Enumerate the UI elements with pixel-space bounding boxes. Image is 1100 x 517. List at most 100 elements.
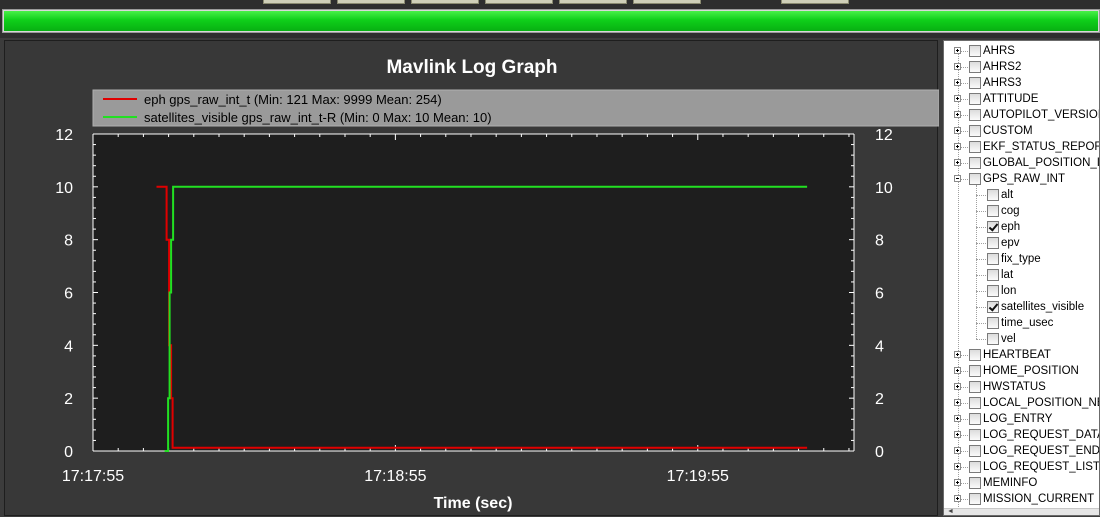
tree-node[interactable]: HWSTATUS — [944, 379, 1099, 395]
expand-plus-icon[interactable] — [954, 399, 961, 406]
tree-node[interactable]: LOG_REQUEST_END — [944, 443, 1099, 459]
tree-checkbox[interactable] — [969, 125, 981, 137]
expand-plus-icon[interactable] — [954, 159, 961, 166]
toolbar-button[interactable] — [337, 0, 405, 4]
tree-node[interactable]: AHRS2 — [944, 59, 1099, 75]
tree-field[interactable]: epv — [944, 235, 1099, 251]
tree-field[interactable]: vel — [944, 331, 1099, 347]
expand-plus-icon[interactable] — [954, 415, 961, 422]
tree-checkbox[interactable] — [987, 205, 999, 217]
toolbar — [0, 0, 1100, 38]
tree-item-label: GPS_RAW_INT — [983, 173, 1066, 185]
expand-plus-icon[interactable] — [954, 447, 961, 454]
tree-checkbox[interactable] — [969, 77, 981, 89]
tree-node[interactable]: CUSTOM — [944, 123, 1099, 139]
tree-checkbox[interactable] — [969, 141, 981, 153]
tree-item-label: AHRS3 — [983, 77, 1022, 89]
toolbar-button[interactable] — [411, 0, 479, 4]
tree-horizontal-scrollbar[interactable]: ◄ — [944, 508, 1099, 515]
x-tick-label: 17:18:55 — [364, 468, 426, 485]
tree-checkbox[interactable] — [987, 237, 999, 249]
tree-checkbox[interactable] — [969, 477, 981, 489]
tree-field[interactable]: eph — [944, 219, 1099, 235]
expand-plus-icon[interactable] — [954, 383, 961, 390]
expand-plus-icon[interactable] — [954, 351, 961, 358]
tree-node[interactable]: LOG_REQUEST_DATA — [944, 427, 1099, 443]
tree-checkbox[interactable] — [969, 349, 981, 361]
tree-checkbox[interactable] — [987, 301, 999, 313]
toolbar-button[interactable] — [633, 0, 701, 4]
tree-checkbox[interactable] — [969, 397, 981, 409]
tree-node[interactable]: AHRS3 — [944, 75, 1099, 91]
tree-checkbox[interactable] — [969, 413, 981, 425]
tree-checkbox[interactable] — [969, 109, 981, 121]
tree-checkbox[interactable] — [969, 429, 981, 441]
y-tick-label: 0 — [64, 444, 73, 461]
y-tick-label: 8 — [64, 233, 73, 250]
tree-node[interactable]: MEMINFO — [944, 475, 1099, 491]
toolbar-button[interactable] — [263, 0, 331, 4]
tree-checkbox[interactable] — [969, 157, 981, 169]
tree-node[interactable]: GPS_RAW_INT — [944, 171, 1099, 187]
toolbar-button[interactable] — [781, 0, 849, 4]
tree-node[interactable]: AHRS — [944, 43, 1099, 59]
tree-checkbox[interactable] — [969, 93, 981, 105]
toolbar-button[interactable] — [559, 0, 627, 4]
tree-node[interactable]: AUTOPILOT_VERSION — [944, 107, 1099, 123]
toolbar-button[interactable] — [485, 0, 553, 4]
plot-area — [93, 134, 854, 451]
tree-checkbox[interactable] — [969, 381, 981, 393]
tree-field[interactable]: cog — [944, 203, 1099, 219]
tree-checkbox[interactable] — [969, 461, 981, 473]
tree-node[interactable]: LOCAL_POSITION_NED — [944, 395, 1099, 411]
tree-node[interactable]: LOG_REQUEST_LIST — [944, 459, 1099, 475]
expand-plus-icon[interactable] — [954, 431, 961, 438]
tree-checkbox[interactable] — [969, 365, 981, 377]
tree-checkbox[interactable] — [987, 285, 999, 297]
y2-tick-label: 8 — [875, 233, 884, 250]
tree-field[interactable]: lat — [944, 267, 1099, 283]
expand-plus-icon[interactable] — [954, 63, 961, 70]
y2-tick-label: 0 — [875, 444, 884, 461]
message-tree[interactable]: ◄ AHRS AHRS2 AHRS3 ATTITUDE AUTOPILOT_VERSIO… — [943, 40, 1100, 516]
tree-item-label: LOCAL_POSITION_NED — [983, 397, 1100, 409]
tree-checkbox[interactable] — [969, 493, 981, 505]
expand-plus-icon[interactable] — [954, 47, 961, 54]
expand-plus-icon[interactable] — [954, 79, 961, 86]
tree-item-label: eph — [1001, 221, 1021, 233]
expand-plus-icon[interactable] — [954, 479, 961, 486]
log-graph-chart[interactable]: Mavlink Log Graph eph gps_raw_int_t (Min… — [5, 41, 939, 517]
tree-node[interactable]: ATTITUDE — [944, 91, 1099, 107]
tree-checkbox[interactable] — [987, 333, 999, 345]
tree-node[interactable]: GLOBAL_POSITION_INT — [944, 155, 1099, 171]
expand-plus-icon[interactable] — [954, 463, 961, 470]
expand-plus-icon[interactable] — [954, 143, 961, 150]
tree-field[interactable]: fix_type — [944, 251, 1099, 267]
tree-node[interactable]: HOME_POSITION — [944, 363, 1099, 379]
tree-checkbox[interactable] — [987, 317, 999, 329]
tree-field[interactable]: satellites_visible — [944, 299, 1099, 315]
tree-checkbox[interactable] — [987, 189, 999, 201]
tree-checkbox[interactable] — [969, 445, 981, 457]
tree-node[interactable]: HEARTBEAT — [944, 347, 1099, 363]
tree-node[interactable]: EKF_STATUS_REPORT — [944, 139, 1099, 155]
tree-checkbox[interactable] — [987, 269, 999, 281]
tree-checkbox[interactable] — [987, 221, 999, 233]
collapse-minus-icon[interactable] — [954, 175, 961, 182]
tree-field[interactable]: lon — [944, 283, 1099, 299]
tree-checkbox[interactable] — [969, 173, 981, 185]
expand-plus-icon[interactable] — [954, 127, 961, 134]
expand-plus-icon[interactable] — [954, 95, 961, 102]
expand-plus-icon[interactable] — [954, 495, 961, 502]
tree-checkbox[interactable] — [969, 61, 981, 73]
tree-node[interactable]: LOG_ENTRY — [944, 411, 1099, 427]
tree-checkbox[interactable] — [987, 253, 999, 265]
tree-node[interactable]: MISSION_CURRENT — [944, 491, 1099, 507]
scroll-left-arrow-icon[interactable]: ◄ — [947, 508, 954, 515]
expand-plus-icon[interactable] — [954, 111, 961, 118]
tree-field[interactable]: time_usec — [944, 315, 1099, 331]
tree-field[interactable]: alt — [944, 187, 1099, 203]
tree-checkbox[interactable] — [969, 45, 981, 57]
tree-item-label: AHRS — [983, 45, 1015, 57]
expand-plus-icon[interactable] — [954, 367, 961, 374]
